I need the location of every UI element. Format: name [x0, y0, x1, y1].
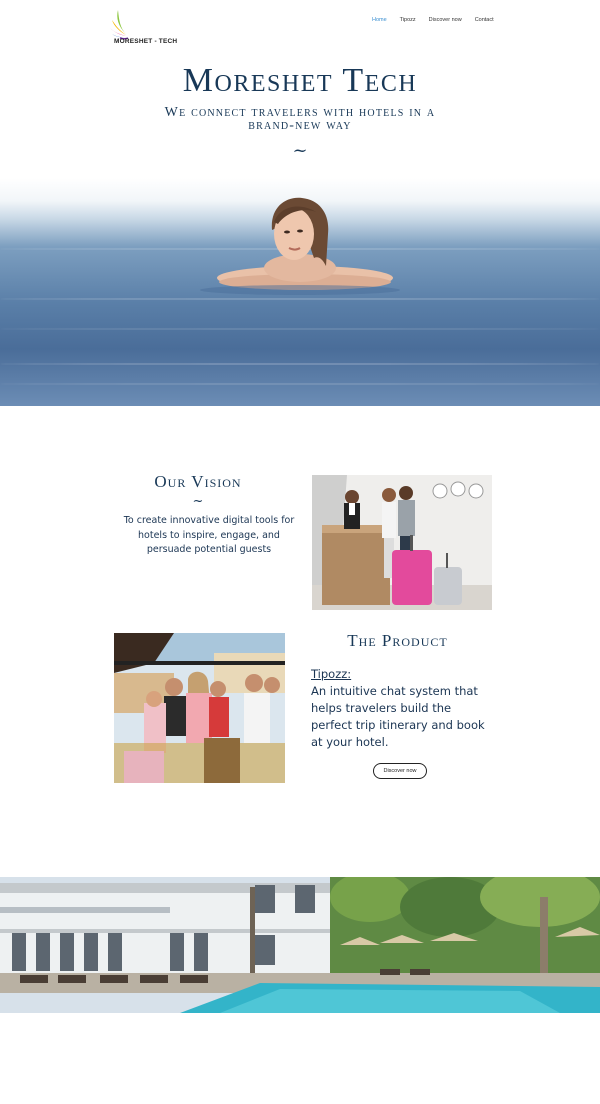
vision-divider: ~ [192, 494, 204, 509]
nav-item-contact[interactable]: Contact [475, 17, 494, 23]
nav-item-discover-now[interactable]: Discover now [429, 17, 462, 23]
hotel-pool-photo [0, 877, 600, 1013]
vision-title: Our Vision [154, 472, 242, 491]
discover-now-button[interactable]: Discover now [373, 763, 427, 779]
product-title: The Product [347, 631, 448, 650]
logo[interactable]: MORESHET - TECH [108, 8, 198, 54]
nav-item-home[interactable]: Home [372, 17, 387, 23]
vision-text: To create innovative digital tools for h… [123, 515, 295, 555]
hero-divider: ~ [292, 140, 308, 161]
main-nav: Home Tipozz Discover now Contact [372, 17, 494, 23]
hero-title: Moreshet Tech [182, 62, 418, 99]
hero-subtitle: We connect travelers with hotels in a br… [164, 105, 436, 133]
page: MORESHET - TECH Home Tipozz Discover now… [0, 0, 600, 1104]
logo-wings-icon [110, 10, 129, 40]
logo-text: MORESHET - TECH [114, 38, 178, 45]
hero-pool-image [0, 178, 600, 406]
nav-item-tipozz[interactable]: Tipozz [400, 17, 416, 23]
hotel-reception-photo [312, 475, 492, 610]
product-description: An intuitive chat system that helps trav… [311, 684, 485, 749]
swimmer-illustration [200, 197, 400, 295]
product-name-link[interactable]: Tipozz: [311, 667, 351, 681]
travelers-bus-photo [114, 633, 285, 783]
